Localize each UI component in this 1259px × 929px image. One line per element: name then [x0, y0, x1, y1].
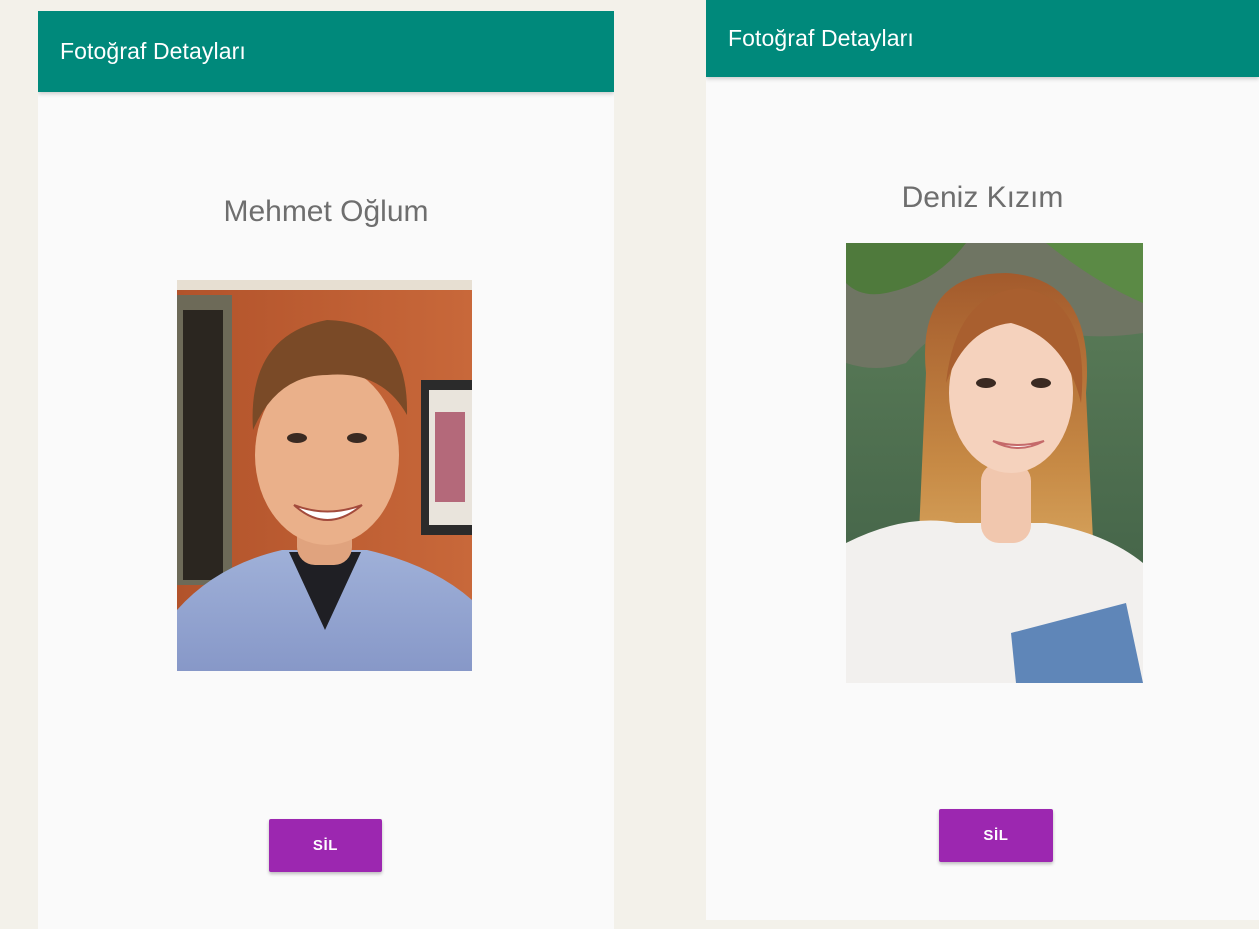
- app-bar: Fotoğraf Detayları: [706, 0, 1259, 77]
- photo-image: [846, 243, 1143, 683]
- app-bar: Fotoğraf Detayları: [38, 11, 614, 92]
- photo-image: [177, 280, 472, 671]
- delete-button[interactable]: SİL: [269, 819, 382, 872]
- photo-title: Deniz Kızım: [901, 181, 1064, 214]
- photo-detail-screen-right: Fotoğraf Detayları Deniz Kızım SİL: [706, 0, 1259, 920]
- app-bar-title: Fotoğraf Detayları: [60, 38, 246, 64]
- delete-button[interactable]: SİL: [939, 809, 1053, 862]
- photo-title: Mehmet Oğlum: [223, 195, 429, 228]
- photo-detail-screen-left: Fotoğraf Detayları Mehmet Oğlum SİL: [38, 11, 614, 929]
- app-bar-title: Fotoğraf Detayları: [728, 25, 914, 51]
